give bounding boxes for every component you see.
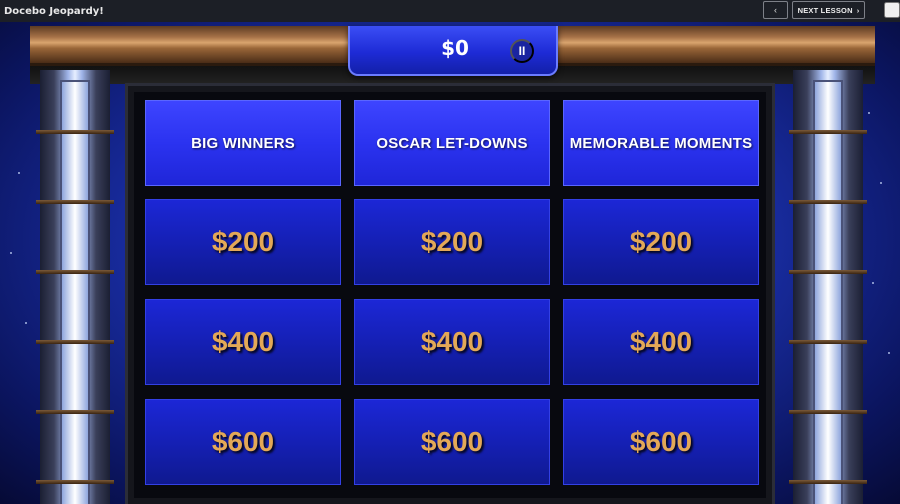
category-memorable-moments: MEMORABLE MOMENTS [563, 100, 759, 186]
category-oscar-let-downs: OSCAR LET-DOWNS [354, 100, 550, 186]
clue-tile-2-400[interactable]: $400 [354, 299, 550, 385]
clue-tile-1-200[interactable]: $200 [145, 199, 341, 285]
pause-icon: II [518, 44, 526, 58]
clue-tile-2-600[interactable]: $600 [354, 399, 550, 485]
title-bar: Docebo Jeopardy! ‹ NEXT LESSON › ✕ [0, 0, 900, 22]
window-title: Docebo Jeopardy! [4, 5, 104, 17]
clue-tile-2-200[interactable]: $200 [354, 199, 550, 285]
right-pillar [789, 70, 867, 504]
clue-tile-1-400[interactable]: $400 [145, 299, 341, 385]
clue-tile-3-200[interactable]: $200 [563, 199, 759, 285]
close-button[interactable]: ✕ [884, 2, 900, 18]
clue-tile-3-400[interactable]: $400 [563, 299, 759, 385]
left-pillar [36, 70, 114, 504]
category-big-winners: BIG WINNERS [145, 100, 341, 186]
score-panel: $0 II [348, 26, 558, 76]
pause-button[interactable]: II [510, 39, 534, 63]
chevron-right-icon: › [856, 5, 860, 15]
next-lesson-button[interactable]: NEXT LESSON › [792, 1, 865, 19]
game-stage: $0 II BIG WINNERS OSCAR LET-DOWNS MEMORA… [0, 22, 900, 504]
previous-lesson-button[interactable]: ‹ [763, 1, 788, 19]
game-board: BIG WINNERS OSCAR LET-DOWNS MEMORABLE MO… [128, 86, 772, 504]
clue-tile-1-600[interactable]: $600 [145, 399, 341, 485]
close-icon: ✕ [886, 3, 898, 17]
chevron-left-icon: ‹ [774, 5, 777, 15]
clue-tile-3-600[interactable]: $600 [563, 399, 759, 485]
next-lesson-label: NEXT LESSON [797, 5, 853, 15]
